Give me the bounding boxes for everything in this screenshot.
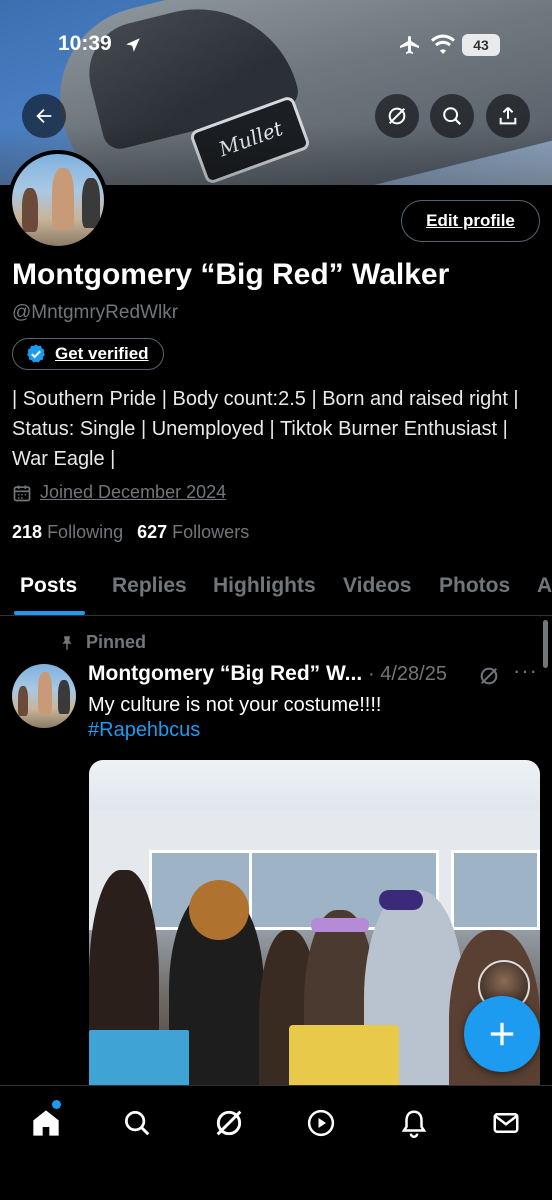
followers-link[interactable]: 627 Followers: [137, 522, 249, 543]
nav-messages[interactable]: [486, 1103, 526, 1143]
avatar-figure: [58, 680, 70, 714]
compose-button[interactable]: [464, 996, 540, 1072]
media-person: [379, 890, 423, 910]
search-button[interactable]: [430, 94, 474, 138]
media-person: [189, 880, 249, 940]
nav-video[interactable]: [301, 1103, 341, 1143]
share-button[interactable]: [486, 94, 530, 138]
pinned-label: Pinned: [86, 632, 147, 652]
pin-icon: [62, 635, 72, 650]
bell-icon: [401, 1110, 427, 1138]
search-icon: [443, 107, 462, 126]
following-label: Following: [47, 522, 124, 542]
tab-videos[interactable]: Videos: [343, 574, 411, 598]
tab-photos[interactable]: Photos: [439, 574, 510, 598]
status-time: 10:39: [58, 32, 112, 55]
tab-posts[interactable]: Posts: [20, 574, 77, 598]
tab-articles[interactable]: A: [537, 574, 552, 598]
follow-stats: 218 Following 627 Followers: [12, 522, 249, 543]
joined-date: Joined December 2024: [12, 482, 226, 503]
tab-highlights[interactable]: Highlights: [213, 574, 316, 598]
location-arrow-icon: [124, 36, 142, 59]
tweet-date[interactable]: · 4/28/25: [368, 663, 447, 686]
verified-badge-icon: [27, 344, 45, 363]
tweet-author-name[interactable]: Montgomery “Big Red” W...: [88, 662, 362, 686]
home-icon: [33, 1110, 59, 1136]
display-name: Montgomery “Big Red” Walker: [12, 258, 450, 291]
avatar-figure: [52, 168, 74, 230]
avatar-figure: [82, 178, 100, 228]
tweet-author-avatar[interactable]: [12, 664, 76, 728]
avatar-figure: [38, 672, 52, 714]
share-icon: [499, 107, 517, 125]
tweet-header: Montgomery “Big Red” W... · 4/28/25 ···: [88, 658, 540, 692]
profile-tabs: Posts Replies Highlights Videos Photos A: [0, 560, 552, 616]
following-count: 218: [12, 522, 43, 542]
active-tab-indicator: [14, 611, 85, 615]
tweet-text: My culture is not your costume!!!!: [88, 694, 382, 716]
nav-grok[interactable]: [209, 1103, 249, 1143]
nav-search[interactable]: [117, 1103, 157, 1143]
edit-profile-button[interactable]: Edit profile: [401, 200, 540, 242]
mail-icon: [493, 1113, 519, 1133]
joined-label: Joined December 2024: [40, 482, 227, 502]
home-notification-dot: [52, 1100, 61, 1109]
followers-count: 627: [137, 522, 168, 542]
get-verified-label: Get verified: [55, 344, 149, 363]
battery-indicator: 43: [462, 34, 500, 56]
status-bar: 10:39 43: [0, 30, 552, 64]
pinned-indicator: Pinned: [58, 632, 146, 653]
following-link[interactable]: 218 Following: [12, 522, 123, 543]
media-person: [311, 918, 369, 932]
nav-home[interactable]: [26, 1103, 66, 1143]
scrollbar[interactable]: [543, 620, 548, 668]
back-arrow-icon: [36, 108, 52, 124]
profile-avatar[interactable]: [8, 150, 108, 250]
tweet-hashtag[interactable]: #Rapehbcus: [88, 719, 200, 742]
tweet-grok-button[interactable]: [478, 665, 500, 692]
calendar-icon: [13, 485, 31, 501]
bottom-navigation: [0, 1085, 552, 1200]
search-icon: [125, 1111, 150, 1136]
grok-icon: [480, 667, 498, 685]
wifi-icon: [430, 34, 456, 61]
handle: @MntgmryRedWlkr: [12, 302, 179, 323]
avatar-figure: [22, 188, 38, 232]
nav-notifications[interactable]: [394, 1103, 434, 1143]
back-button[interactable]: [22, 94, 66, 138]
grok-icon: [388, 107, 406, 125]
followers-label: Followers: [172, 522, 250, 542]
video-icon: [307, 1109, 335, 1137]
tweet-more-button[interactable]: ···: [513, 658, 538, 684]
tab-replies[interactable]: Replies: [112, 574, 187, 598]
airplane-icon: [398, 34, 422, 63]
grok-icon: [216, 1110, 242, 1136]
avatar-figure: [18, 686, 28, 716]
plus-icon: [490, 1022, 514, 1046]
grok-button[interactable]: [375, 94, 419, 138]
profile-bio: | Southern Pride | Body count:2.5 | Born…: [12, 388, 519, 470]
get-verified-button[interactable]: Get verified: [12, 338, 164, 370]
media-window: [451, 850, 540, 930]
